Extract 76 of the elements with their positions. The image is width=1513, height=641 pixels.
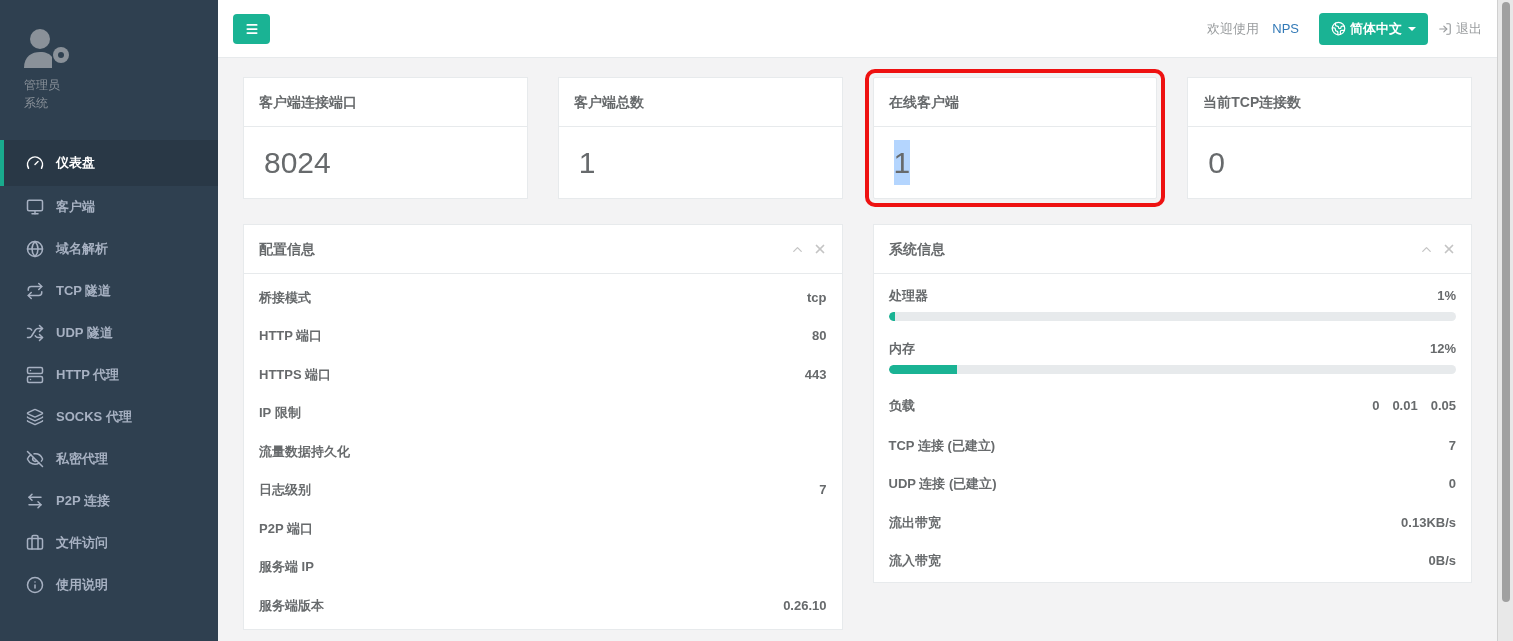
language-dropdown[interactable]: 简体中文 [1319,12,1428,45]
stat-title: 客户端连接端口 [259,92,357,112]
system-value: 12% [1429,340,1456,358]
sidebar-item[interactable]: 文件访问 [0,522,218,564]
panel-title: 配置信息 [259,239,315,259]
load-value: 0.01 [1392,397,1418,416]
monitor-icon [26,198,44,216]
load-value: 0 [1372,397,1380,416]
config-label: 流量数据持久化 [259,442,350,461]
system-label: UDP 连接 (已建立) [888,475,997,493]
stat-value: 8024 [264,145,331,181]
system-label: 处理器 [888,287,928,305]
config-label: 服务端版本 [259,596,324,615]
menu-icon [244,21,259,36]
sidebar-item[interactable]: TCP 隧道 [0,270,218,312]
sidebar-item[interactable]: 私密代理 [0,438,218,480]
user-gear-icon [24,28,72,70]
system-label: 内存 [888,340,915,358]
briefcase-icon [26,534,44,552]
config-label: HTTPS 端口 [259,365,332,384]
stat-value: 1 [578,145,596,181]
globe-icon [26,240,44,258]
system-label: 流出带宽 [888,513,941,532]
system-label: 负载 [888,397,915,416]
eye-slash-icon [26,450,44,468]
system-value: 0B/s [1428,552,1456,570]
brand-link[interactable]: NPS [1272,18,1299,39]
sidebar-item[interactable]: HTTP 代理 [0,354,218,396]
config-value: tcp [807,288,827,307]
system-value: 7 [1448,436,1456,455]
sidebar-item[interactable]: SOCKS 代理 [0,396,218,438]
close-icon[interactable] [1442,242,1456,256]
menu-button[interactable] [233,13,270,44]
caret-icon [1408,26,1416,31]
config-label: P2P 端口 [259,519,313,538]
config-value: 7 [819,481,827,499]
config-label: HTTP 端口 [259,327,323,345]
config-label: 服务端 IP [259,558,314,576]
stat-value: 1 [893,140,911,185]
sidebar-item[interactable]: 客户端 [0,186,218,228]
config-value: 80 [812,327,827,345]
system-value: 1% [1437,287,1456,305]
info-icon [26,576,44,594]
system-value: 0 [1448,475,1456,493]
config-value: 443 [804,365,827,384]
config-label: 桥接模式 [259,288,311,307]
load-value: 0.05 [1430,397,1456,416]
sign-out-icon [1438,21,1452,36]
sidebar-item[interactable]: 域名解析 [0,228,218,270]
scrollbar[interactable] [1497,0,1513,641]
user-role: 系统 [24,95,49,112]
repeat-arrows-icon [26,282,44,300]
globe-icon [1331,21,1346,36]
system-value: 0.13KB/s [1401,513,1456,532]
logout-link[interactable]: 退出 [1438,18,1482,39]
gauge-icon [26,154,44,172]
config-value: 0.26.10 [783,596,827,615]
user-name: 管理员 [24,77,61,94]
stat-value: 0 [1208,145,1225,181]
layers-icon [26,408,44,426]
stat-title: 当前TCP连接数 [1203,92,1302,112]
stat-title: 在线客户端 [888,92,959,112]
shuffle-icon [26,324,44,342]
config-label: 日志级别 [259,481,311,499]
server-icon [26,366,44,384]
system-label: 流入带宽 [888,552,941,570]
welcome-text: 欢迎使用 [1207,19,1260,38]
sidebar-item[interactable]: 仪表盘 [0,140,218,186]
config-label: IP 限制 [259,404,301,422]
stat-title: 客户端总数 [573,92,644,112]
sidebar-item[interactable]: P2P 连接 [0,480,218,522]
panel-title: 系统信息 [888,239,945,259]
sidebar-item[interactable]: UDP 隧道 [0,312,218,354]
system-label: TCP 连接 (已建立) [888,436,996,455]
sidebar-item[interactable]: 使用说明 [0,564,218,606]
two-way-arrows-icon [26,492,44,510]
